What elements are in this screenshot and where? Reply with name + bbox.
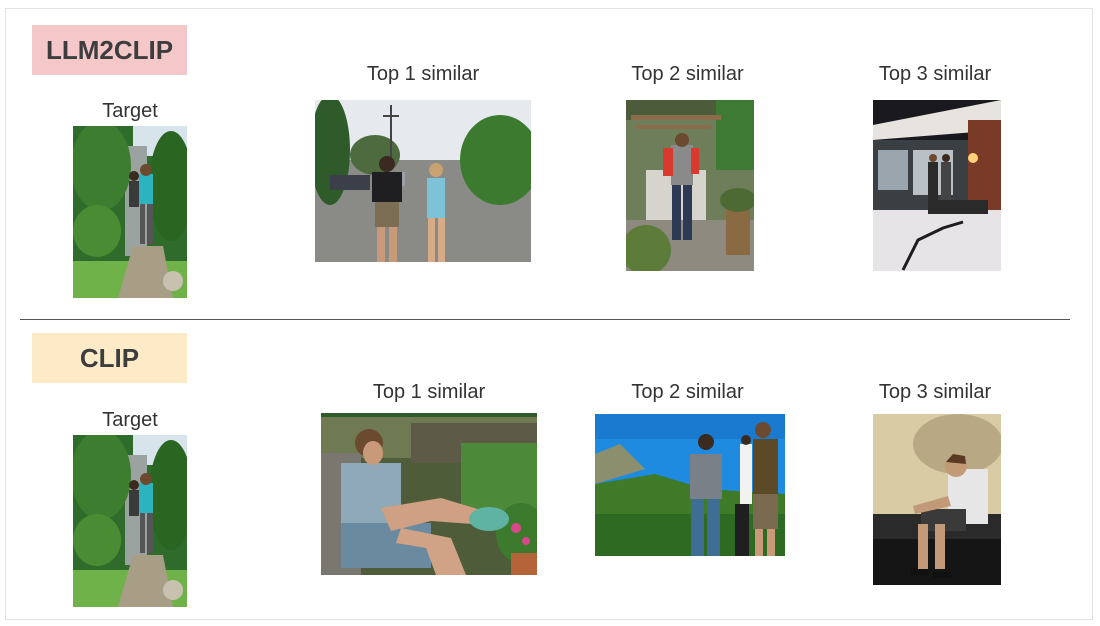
top2-photo xyxy=(626,100,754,271)
top1-photo xyxy=(321,413,537,575)
method-badge-llm2clip: LLM2CLIP xyxy=(32,25,187,75)
top1-label: Top 1 similar xyxy=(372,381,486,403)
top3-label: Top 3 similar xyxy=(878,63,992,85)
top1-photo xyxy=(315,100,531,262)
top2-photo xyxy=(595,414,785,556)
row-divider xyxy=(20,319,1070,320)
top3-photo xyxy=(873,100,1001,271)
target-photo xyxy=(73,435,187,607)
method-badge-clip: CLIP xyxy=(32,333,187,383)
top2-label: Top 2 similar xyxy=(631,63,744,85)
top2-label: Top 2 similar xyxy=(631,381,744,403)
top3-photo xyxy=(873,414,1001,585)
top1-label: Top 1 similar xyxy=(366,63,480,85)
top3-label: Top 3 similar xyxy=(878,381,992,403)
target-photo xyxy=(73,126,187,298)
target-label: Target xyxy=(102,409,158,431)
target-label: Target xyxy=(102,100,158,122)
